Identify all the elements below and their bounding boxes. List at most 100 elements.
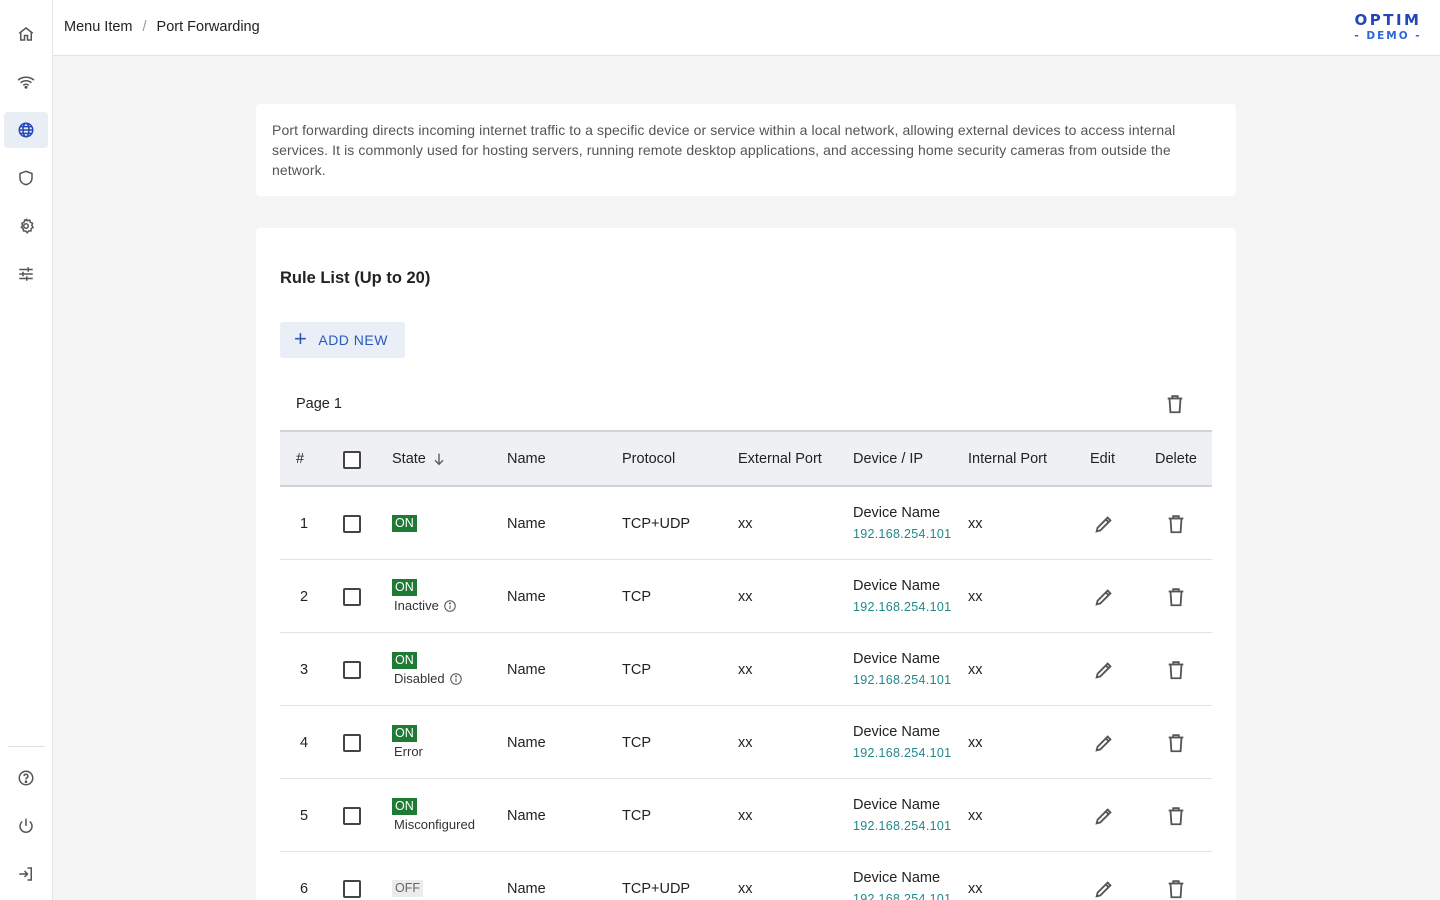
sidebar-item-security[interactable] (4, 160, 48, 196)
device-ip: 192.168.254.101 (853, 819, 952, 833)
device-ip: 192.168.254.101 (853, 673, 952, 687)
edit-button[interactable] (1093, 513, 1115, 535)
delete-button[interactable] (1165, 659, 1187, 681)
brand-logo: OPTIM - DEMO - (1348, 9, 1428, 47)
row-checkbox[interactable] (343, 661, 361, 679)
table-row: 1 ON Name TCP+UDP xx Device Name 192.168.254.1… (280, 487, 1212, 560)
row-number: 4 (300, 735, 309, 751)
row-number: 5 (300, 808, 309, 824)
state-badge: ON (392, 652, 417, 669)
external-port: xx (738, 808, 753, 824)
description-text: Port forwarding directs incoming interne… (272, 122, 1176, 178)
row-checkbox[interactable] (343, 515, 361, 533)
rule-protocol: TCP (622, 808, 651, 824)
device-name: Device Name (853, 578, 941, 594)
device-ip: 192.168.254.101 (853, 600, 952, 614)
state-badge: ON (392, 798, 417, 815)
arrow-down-icon (434, 453, 444, 466)
internal-port: xx (968, 516, 983, 532)
rule-name: Name (507, 881, 546, 897)
pencil-icon (1093, 516, 1115, 539)
add-new-button[interactable]: + ADD NEW (280, 322, 405, 358)
edit-button[interactable] (1093, 659, 1115, 681)
table-row: 2 ON Inactive Name TCP xx Device Name 192.168.2… (280, 560, 1212, 633)
internal-port: xx (968, 735, 983, 751)
pencil-icon (1093, 589, 1115, 612)
rule-name: Name (507, 589, 546, 605)
col-state[interactable]: State (392, 451, 447, 467)
status-label: Error (394, 744, 423, 759)
state-badge: ON (392, 515, 417, 532)
pencil-icon (1093, 662, 1115, 685)
status-text: Misconfigured (394, 817, 475, 832)
device-name: Device Name (853, 651, 941, 667)
table-row: 4 ON Error Name TCP xx Device Name 192.168.254.… (280, 706, 1212, 779)
external-port: xx (738, 881, 753, 897)
delete-button[interactable] (1165, 732, 1187, 754)
info-icon[interactable] (439, 599, 457, 613)
device-name: Device Name (853, 797, 941, 813)
trash-icon (1165, 515, 1187, 539)
edit-button[interactable] (1093, 805, 1115, 827)
rule-protocol: TCP+UDP (622, 516, 691, 532)
delete-button[interactable] (1165, 805, 1187, 827)
row-checkbox[interactable] (343, 880, 361, 898)
sidebar-item-home[interactable] (4, 16, 48, 52)
home-icon (18, 27, 34, 41)
rule-protocol: TCP (622, 662, 651, 678)
row-checkbox[interactable] (343, 807, 361, 825)
edit-button[interactable] (1093, 586, 1115, 608)
rule-list-card: Rule List (Up to 20) + ADD NEW Page 1 # … (256, 228, 1236, 900)
shield-icon (19, 170, 33, 186)
row-checkbox[interactable] (343, 588, 361, 606)
col-num: # (296, 451, 305, 467)
col-edit: Edit (1090, 451, 1115, 467)
plus-icon: + (294, 326, 308, 351)
state-badge: ON (392, 579, 417, 596)
device-ip: 192.168.254.101 (853, 892, 952, 900)
col-state-label: State (392, 451, 426, 467)
pencil-icon (1093, 881, 1115, 900)
row-checkbox[interactable] (343, 734, 361, 752)
rule-name: Name (507, 735, 546, 751)
delete-button[interactable] (1165, 878, 1187, 900)
pencil-icon (1093, 808, 1115, 831)
trash-icon (1165, 588, 1187, 612)
device-name: Device Name (853, 870, 941, 886)
device-name: Device Name (853, 505, 941, 521)
trash-icon (1165, 734, 1187, 758)
delete-button[interactable] (1165, 586, 1187, 608)
table-header: # State Name Protocol External Port Devi… (280, 430, 1212, 487)
select-all-checkbox[interactable] (343, 451, 361, 469)
external-port: xx (738, 662, 753, 678)
logo-text: OPTIM (1354, 11, 1422, 29)
status-label: Misconfigured (394, 817, 475, 832)
external-port: xx (738, 516, 753, 532)
status-text: Inactive (394, 598, 439, 613)
sidebar-item-logout[interactable] (4, 856, 48, 892)
pencil-icon (1093, 735, 1115, 758)
rule-name: Name (507, 808, 546, 824)
rule-name: Name (507, 662, 546, 678)
edit-button[interactable] (1093, 878, 1115, 900)
breadcrumb-parent[interactable]: Menu Item (64, 19, 133, 35)
add-new-label: ADD NEW (318, 332, 388, 348)
delete-button[interactable] (1165, 513, 1187, 535)
sidebar-item-help[interactable] (4, 760, 48, 796)
sidebar-item-internet[interactable] (4, 112, 48, 148)
internal-port: xx (968, 808, 983, 824)
info-icon[interactable] (445, 672, 463, 686)
description-card: Port forwarding directs incoming interne… (256, 104, 1236, 196)
rule-protocol: TCP (622, 735, 651, 751)
edit-button[interactable] (1093, 732, 1115, 754)
sliders-icon (19, 267, 33, 281)
state-badge: ON (392, 725, 417, 742)
sidebar-item-advanced[interactable] (4, 256, 48, 292)
delete-selected-button[interactable] (1164, 393, 1186, 415)
sidebar-item-wifi[interactable] (4, 64, 48, 100)
internal-port: xx (968, 589, 983, 605)
sidebar-item-settings[interactable] (4, 208, 48, 244)
table-row: 3 ON Disabled Name TCP xx Device Name 192.168.2… (280, 633, 1212, 706)
sidebar-item-power[interactable] (4, 808, 48, 844)
col-name: Name (507, 451, 546, 467)
